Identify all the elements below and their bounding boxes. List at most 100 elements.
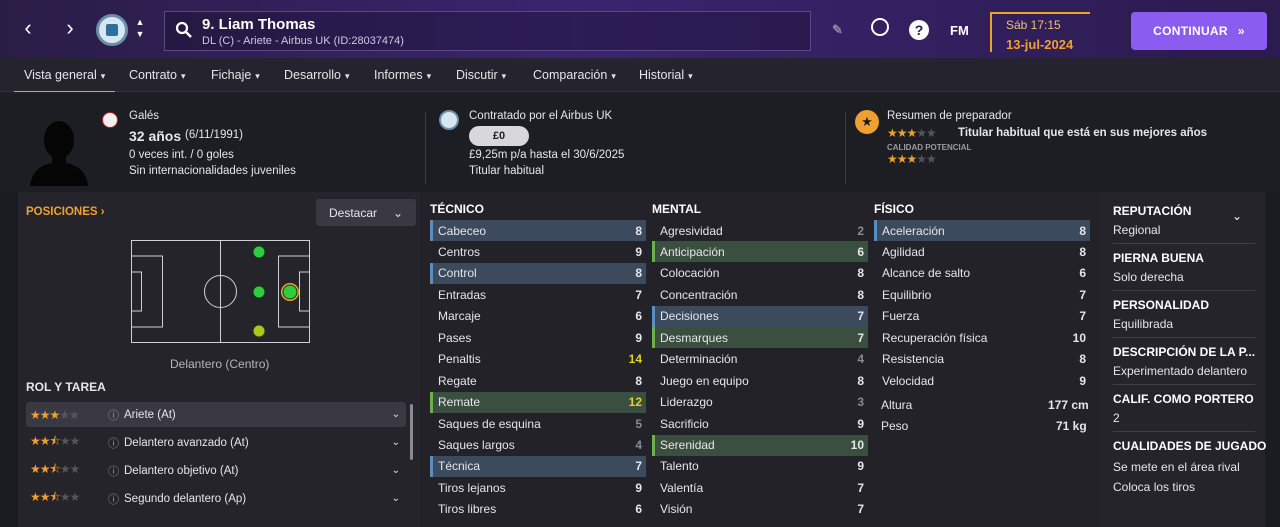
attribute-row[interactable]: Concentración 8 xyxy=(652,284,868,305)
reputation-value: Regional xyxy=(1113,223,1161,237)
continue-button[interactable]: CONTINUAR » xyxy=(1131,12,1267,50)
back-arrow-icon[interactable]: ‹ xyxy=(16,14,40,42)
chevron-down-icon[interactable]: ⌄ xyxy=(392,493,400,504)
search-icon[interactable] xyxy=(175,21,193,39)
tab-historial[interactable]: Historial ▾ xyxy=(639,68,693,82)
attribute-row[interactable]: Determinación 4 xyxy=(652,349,868,370)
tab-informes[interactable]: Informes ▾ xyxy=(374,68,431,82)
attribute-row[interactable]: Desmarques 7 xyxy=(652,327,868,349)
attribute-row[interactable]: Tiros libres 6 xyxy=(430,499,646,520)
attribute-row[interactable]: Marcaje 6 xyxy=(430,306,646,327)
tab-contrato[interactable]: Contrato ▾ xyxy=(129,68,185,82)
attribute-name: Desmarques xyxy=(660,330,729,345)
tab-label: Informes xyxy=(374,68,423,82)
role-row[interactable]: ★★⯪★★ ⓘ Delantero objetivo (At) ⌄ xyxy=(26,458,406,483)
nationality[interactable]: Galés xyxy=(129,110,159,122)
attribute-row[interactable]: Agresividad 2 xyxy=(652,220,868,241)
attribute-value: 8 xyxy=(857,287,864,302)
attribute-row[interactable]: Técnica 7 xyxy=(430,455,646,477)
attribute-row[interactable]: Aceleración 8 xyxy=(874,220,1090,241)
current-ability-stars: ★★★★★ xyxy=(887,126,937,140)
attribute-name: Liderazgo xyxy=(660,395,713,410)
attribute-row[interactable]: Recuperación física 10 xyxy=(874,327,1090,348)
chevron-down-icon: ▾ xyxy=(100,71,106,81)
role-row[interactable]: ★★★★★ ⓘ Ariete (At) ⌄ xyxy=(26,402,406,427)
tab-comparacion[interactable]: Comparación ▾ xyxy=(533,68,616,82)
attribute-row[interactable]: Centros 9 xyxy=(430,241,646,262)
attribute-row[interactable]: Serenidad 10 xyxy=(652,434,868,456)
attribute-row[interactable]: Agilidad 8 xyxy=(874,241,1090,262)
attribute-row[interactable]: Sacrificio 9 xyxy=(652,413,868,434)
attribute-name: Valentía xyxy=(660,480,704,495)
attribute-row[interactable]: Cabeceo 8 xyxy=(430,220,646,241)
attribute-row[interactable]: Tiros lejanos 9 xyxy=(430,477,646,498)
attribute-row[interactable]: Saques largos 4 xyxy=(430,435,646,456)
chevron-down-icon[interactable]: ⌄ xyxy=(392,409,400,420)
tab-discutir[interactable]: Discutir ▾ xyxy=(456,68,506,82)
chevron-down-icon[interactable]: ⌄ xyxy=(392,465,400,476)
game-date[interactable]: Sáb 17:15 13-jul-2024 xyxy=(990,12,1090,52)
attribute-name: Aceleración xyxy=(882,223,945,238)
tab-vista-general[interactable]: Vista general ▾ xyxy=(14,68,116,94)
attribute-row[interactable]: Regate 8 xyxy=(430,370,646,391)
attribute-row[interactable]: Fuerza 7 xyxy=(874,306,1090,327)
attribute-row[interactable]: Control 8 xyxy=(430,262,646,284)
attribute-row[interactable]: Valentía 7 xyxy=(652,477,868,498)
highlight-dropdown[interactable]: Destacar ⌄ xyxy=(316,199,416,226)
continue-label: CONTINUAR xyxy=(1153,24,1228,38)
info-icon[interactable]: ⓘ xyxy=(108,491,119,507)
role-row[interactable]: ★★⯪★★ ⓘ Delantero avanzado (At) ⌄ xyxy=(26,430,406,455)
star-badge-icon: ★ xyxy=(855,110,879,134)
attribute-row[interactable]: Liderazgo 3 xyxy=(652,392,868,413)
technical-title: TÉCNICO xyxy=(430,202,484,216)
attribute-row[interactable]: Saques de esquina 5 xyxy=(430,413,646,434)
attribute-row[interactable]: Decisiones 7 xyxy=(652,305,868,327)
attribute-value: 8 xyxy=(857,266,864,281)
forward-arrow-icon[interactable]: › xyxy=(58,14,82,42)
attribute-row[interactable]: Equilibrio 7 xyxy=(874,284,1090,305)
attribute-row[interactable]: Penaltis 14 xyxy=(430,349,646,370)
attribute-row[interactable]: Talento 9 xyxy=(652,456,868,477)
help-icon[interactable]: ? xyxy=(909,20,929,40)
attribute-row[interactable]: Colocación 8 xyxy=(652,263,868,284)
attribute-row[interactable]: Alcance de salto 6 xyxy=(874,263,1090,284)
player-header-box[interactable]: 9. Liam Thomas DL (C) - Ariete - Airbus … xyxy=(164,11,811,51)
nation-flag-icon[interactable] xyxy=(102,112,118,128)
info-icon[interactable]: ⓘ xyxy=(108,407,119,423)
tab-desarrollo[interactable]: Desarrollo ▾ xyxy=(284,68,350,82)
chevron-right-icon: › xyxy=(100,206,105,218)
attribute-row[interactable]: Remate 12 xyxy=(430,391,646,413)
club-crest-icon[interactable] xyxy=(96,14,128,46)
attribute-name: Técnica xyxy=(438,459,481,474)
attribute-row[interactable]: Visión 7 xyxy=(652,499,868,520)
divider xyxy=(845,112,846,184)
fm-menu-icon[interactable]: FM xyxy=(950,23,969,38)
info-icon[interactable]: ⓘ xyxy=(108,463,119,479)
attribute-row[interactable]: Resistencia 8 xyxy=(874,349,1090,370)
attribute-name: Sacrificio xyxy=(660,416,709,431)
role-row[interactable]: ★★⯪★★ ⓘ Segundo delantero (Ap) ⌄ xyxy=(26,486,406,511)
position-pitch[interactable] xyxy=(131,240,310,343)
attribute-row[interactable]: Entradas 7 xyxy=(430,284,646,305)
attribute-row[interactable]: Pases 9 xyxy=(430,327,646,348)
club-crest-small-icon[interactable] xyxy=(439,110,459,130)
attribute-name: Talento xyxy=(660,459,699,474)
attribute-value: 7 xyxy=(1079,287,1086,302)
tab-fichaje[interactable]: Fichaje ▾ xyxy=(211,68,260,82)
attribute-value: 9 xyxy=(635,480,642,495)
attribute-value: 8 xyxy=(635,266,642,281)
role-stars: ★★⯪★★ xyxy=(30,434,80,448)
chevron-down-icon[interactable]: ⌄ xyxy=(1232,209,1242,223)
trophy-icon[interactable] xyxy=(871,18,889,36)
chevron-down-icon[interactable]: ⌄ xyxy=(392,437,400,448)
player-info-strip: Galés 32 años (6/11/1991) 0 veces int. /… xyxy=(0,92,1280,192)
info-icon[interactable]: ⓘ xyxy=(108,435,119,451)
positions-link[interactable]: POSICIONES › xyxy=(26,206,105,218)
edit-pencil-icon[interactable]: ✎ xyxy=(832,22,843,38)
roles-scrollbar[interactable] xyxy=(410,404,413,460)
attribute-row[interactable]: Anticipación 6 xyxy=(652,241,868,263)
attribute-row[interactable]: Juego en equipo 8 xyxy=(652,370,868,391)
contracted-by[interactable]: Contratado por el Airbus UK xyxy=(469,110,612,122)
attribute-row[interactable]: Velocidad 9 xyxy=(874,370,1090,391)
player-switch-icon[interactable]: ▲ ▼ xyxy=(133,16,147,40)
